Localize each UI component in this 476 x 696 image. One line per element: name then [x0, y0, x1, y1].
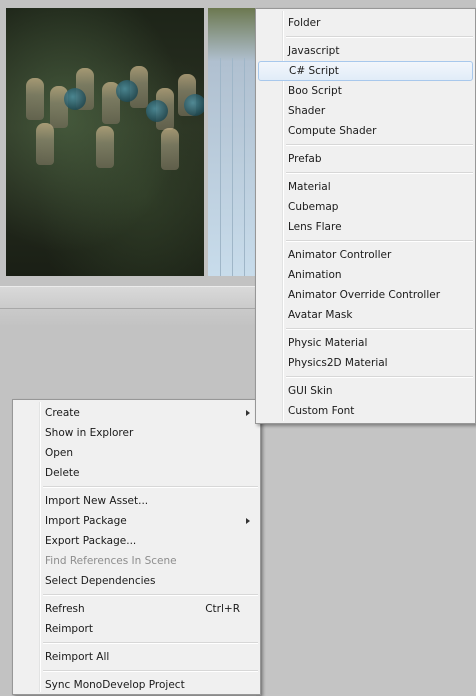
create-submenu: Folder Javascript C# Script Boo Script S… [255, 8, 476, 424]
menu-item-label: Delete [45, 467, 80, 479]
menu-item-label: GUI Skin [288, 385, 333, 397]
menu-item-sync-monodevelop[interactable]: Sync MonoDevelop Project [15, 675, 258, 695]
menu-item-label: Boo Script [288, 85, 342, 97]
menu-item-label: Cubemap [288, 201, 339, 213]
menu-separator [286, 328, 473, 330]
menu-item-label: Material [288, 181, 331, 193]
submenu-item-boo-script[interactable]: Boo Script [258, 81, 473, 101]
menu-item-label: Select Dependencies [45, 575, 156, 587]
scene-view [6, 8, 204, 276]
menu-item-reimport[interactable]: Reimport [15, 619, 258, 639]
submenu-item-csharp-script[interactable]: C# Script [258, 61, 473, 81]
game-view [208, 8, 256, 276]
submenu-item-physic-material[interactable]: Physic Material [258, 333, 473, 353]
menu-item-label: C# Script [289, 65, 339, 77]
submenu-item-lens-flare[interactable]: Lens Flare [258, 217, 473, 237]
menu-item-refresh[interactable]: Refresh Ctrl+R [15, 599, 258, 619]
submenu-item-physics2d-material[interactable]: Physics2D Material [258, 353, 473, 373]
submenu-item-animator-controller[interactable]: Animator Controller [258, 245, 473, 265]
submenu-item-gui-skin[interactable]: GUI Skin [258, 381, 473, 401]
menu-separator [286, 240, 473, 242]
menu-item-export-package[interactable]: Export Package... [15, 531, 258, 551]
menu-separator [43, 670, 258, 672]
menu-separator [286, 172, 473, 174]
submenu-item-cubemap[interactable]: Cubemap [258, 197, 473, 217]
menu-separator [43, 486, 258, 488]
menu-item-import-new-asset[interactable]: Import New Asset... [15, 491, 258, 511]
menu-item-delete[interactable]: Delete [15, 463, 258, 483]
submenu-item-javascript[interactable]: Javascript [258, 41, 473, 61]
menu-item-label: Folder [288, 17, 321, 29]
project-panel-content [256, 424, 476, 696]
menu-item-label: Refresh [45, 603, 85, 615]
menu-item-label: Animation [288, 269, 342, 281]
context-menu: Create Show in Explorer Open Delete Impo… [12, 399, 261, 695]
character-figure [26, 78, 44, 120]
shortcut-label: Ctrl+R [205, 603, 240, 615]
submenu-item-custom-font[interactable]: Custom Font [258, 401, 473, 421]
menu-item-label: Show in Explorer [45, 427, 134, 439]
submenu-item-folder[interactable]: Folder [258, 13, 473, 33]
menu-separator [286, 144, 473, 146]
submenu-item-prefab[interactable]: Prefab [258, 149, 473, 169]
menu-item-label: Prefab [288, 153, 322, 165]
shield-icon [184, 94, 204, 116]
submenu-item-animator-override-controller[interactable]: Animator Override Controller [258, 285, 473, 305]
submenu-arrow-icon [246, 410, 250, 416]
menu-item-label: Compute Shader [288, 125, 377, 137]
menu-separator [43, 642, 258, 644]
menu-item-find-references: Find References In Scene [15, 551, 258, 571]
menu-item-label: Physic Material [288, 337, 368, 349]
submenu-item-animation[interactable]: Animation [258, 265, 473, 285]
submenu-arrow-icon [246, 518, 250, 524]
menu-item-label: Import New Asset... [45, 495, 149, 507]
menu-item-label: Javascript [288, 45, 340, 57]
menu-item-label: Reimport [45, 623, 93, 635]
menu-item-reimport-all[interactable]: Reimport All [15, 647, 258, 667]
character-figure [96, 126, 114, 168]
shield-icon [146, 100, 168, 122]
menu-item-label: Physics2D Material [288, 357, 388, 369]
submenu-item-avatar-mask[interactable]: Avatar Mask [258, 305, 473, 325]
menu-item-show-in-explorer[interactable]: Show in Explorer [15, 423, 258, 443]
menu-separator [286, 36, 473, 38]
menu-item-label: Lens Flare [288, 221, 342, 233]
shield-icon [64, 88, 86, 110]
menu-item-label: Shader [288, 105, 326, 117]
shield-icon [116, 80, 138, 102]
menu-item-open[interactable]: Open [15, 443, 258, 463]
menu-item-label: Find References In Scene [45, 555, 177, 567]
submenu-item-material[interactable]: Material [258, 177, 473, 197]
menu-item-label: Sync MonoDevelop Project [45, 679, 185, 691]
character-figure [36, 123, 54, 165]
menu-item-import-package[interactable]: Import Package [15, 511, 258, 531]
menu-item-label: Open [45, 447, 74, 459]
menu-item-label: Create [45, 407, 80, 419]
menu-item-select-dependencies[interactable]: Select Dependencies [15, 571, 258, 591]
menu-item-label: Animator Override Controller [288, 289, 441, 301]
submenu-item-shader[interactable]: Shader [258, 101, 473, 121]
menu-item-create[interactable]: Create [15, 403, 258, 423]
menu-item-label: Animator Controller [288, 249, 392, 261]
menu-item-label: Custom Font [288, 405, 355, 417]
panel-divider [0, 308, 256, 309]
menu-item-label: Reimport All [45, 651, 110, 663]
menu-separator [43, 594, 258, 596]
menu-item-label: Export Package... [45, 535, 137, 547]
menu-item-label: Import Package [45, 515, 127, 527]
character-figure [161, 128, 179, 170]
menu-separator [286, 376, 473, 378]
menu-item-label: Avatar Mask [288, 309, 353, 321]
submenu-item-compute-shader[interactable]: Compute Shader [258, 121, 473, 141]
